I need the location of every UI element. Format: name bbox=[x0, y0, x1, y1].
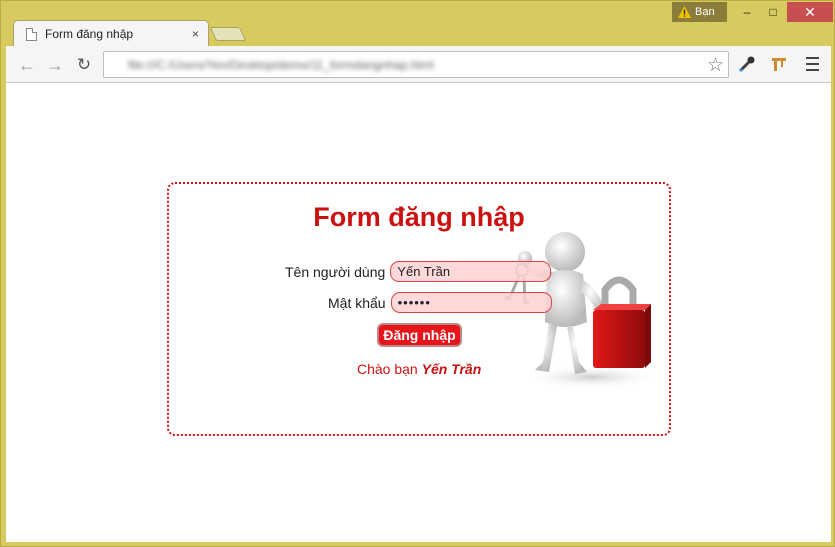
password-label: Mật khẩu bbox=[328, 294, 386, 311]
minimize-button[interactable]: – bbox=[734, 2, 760, 22]
maximize-button[interactable]: □ bbox=[760, 2, 786, 22]
password-input[interactable]: •••••• bbox=[390, 292, 552, 313]
form-title: Form đăng nhập bbox=[313, 202, 525, 232]
star-icon[interactable]: ☆ bbox=[707, 54, 724, 77]
close-window-button[interactable]: ✕ bbox=[787, 2, 833, 22]
browser-window: Bạn – □ ✕ Form đăng nhập × ← → ↻ file://… bbox=[0, 0, 835, 547]
forward-arrow-icon[interactable]: → bbox=[44, 54, 66, 76]
tab-title: Form đăng nhập bbox=[45, 27, 134, 41]
url-text: file:///C:/Users/Yen/Desktop/demo/11_for… bbox=[128, 58, 434, 72]
password-row: Mật khẩu •••••• bbox=[328, 292, 552, 313]
username-row: Tên người dùng Yến Trần bbox=[285, 261, 552, 282]
new-tab-button[interactable] bbox=[209, 27, 247, 41]
tab-form-login[interactable]: Form đăng nhập × bbox=[13, 20, 209, 47]
user-badge[interactable]: Bạn bbox=[672, 2, 727, 22]
page-icon bbox=[26, 27, 37, 41]
user-badge-label: Bạn bbox=[695, 6, 715, 18]
username-label: Tên người dùng bbox=[285, 263, 386, 280]
login-form: Form đăng nhập Tên người dùng Yến Trần M… bbox=[167, 182, 671, 436]
extension-icon[interactable] bbox=[768, 53, 790, 75]
address-bar[interactable]: file:///C:/Users/Yen/Desktop/demo/11_for… bbox=[103, 51, 729, 78]
greeting-text: Chào bạn Yến Trần bbox=[357, 361, 481, 377]
username-input[interactable]: Yến Trần bbox=[390, 261, 552, 282]
back-arrow-icon[interactable]: ← bbox=[16, 54, 38, 76]
warning-icon bbox=[678, 6, 691, 18]
page-viewport: Form đăng nhập Tên người dùng Yến Trần M… bbox=[6, 83, 831, 542]
toolbar: ← → ↻ file:///C:/Users/Yen/Desktop/demo/… bbox=[6, 46, 831, 83]
greeting-prefix: Chào bạn bbox=[357, 361, 422, 377]
reload-icon[interactable]: ↻ bbox=[73, 54, 95, 76]
tab-close-icon[interactable]: × bbox=[192, 27, 199, 41]
login-button[interactable]: Đăng nhập bbox=[377, 323, 462, 347]
menu-icon[interactable] bbox=[801, 53, 823, 75]
eyedropper-icon[interactable] bbox=[736, 53, 758, 75]
greeting-name: Yến Trần bbox=[421, 361, 482, 377]
